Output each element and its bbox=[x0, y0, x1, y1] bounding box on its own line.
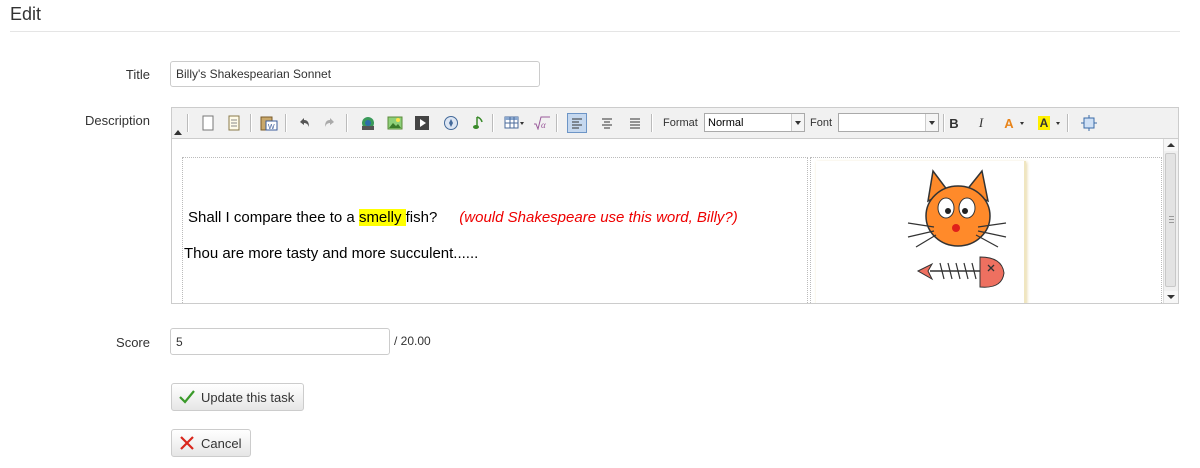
text-color-glyph: A bbox=[1004, 115, 1014, 131]
toolbar-separator bbox=[651, 114, 653, 132]
justify-icon[interactable] bbox=[625, 113, 645, 133]
table-cell[interactable] bbox=[182, 157, 808, 303]
background-color-icon[interactable]: A bbox=[1032, 113, 1062, 133]
format-select[interactable]: Normal bbox=[704, 113, 805, 132]
format-label: Format bbox=[663, 117, 698, 129]
toolbar-separator bbox=[1067, 114, 1069, 132]
toolbar-collapse-icon[interactable] bbox=[174, 130, 182, 135]
chevron-down-icon bbox=[925, 114, 938, 131]
format-select-value: Normal bbox=[708, 117, 744, 129]
bg-color-glyph: A bbox=[1037, 116, 1051, 130]
sonnet-line-2: Thou are more tasty and more succulent..… bbox=[184, 245, 479, 262]
insert-picture-icon[interactable] bbox=[385, 113, 405, 133]
line1-end: fish? bbox=[405, 209, 438, 226]
align-center-icon[interactable] bbox=[597, 113, 617, 133]
title-divider bbox=[10, 31, 1180, 32]
italic-icon[interactable]: I bbox=[971, 113, 991, 133]
text-color-icon[interactable]: A bbox=[998, 113, 1026, 133]
description-label: Description bbox=[84, 113, 150, 128]
insert-math-icon[interactable]: α bbox=[532, 113, 552, 133]
score-label: Score bbox=[116, 335, 150, 350]
toolbar-separator bbox=[492, 114, 494, 132]
insert-link-icon[interactable] bbox=[441, 113, 461, 133]
chevron-down-icon bbox=[1056, 122, 1060, 125]
redo-icon[interactable] bbox=[320, 113, 340, 133]
maximize-icon[interactable] bbox=[1079, 113, 1099, 133]
insert-audio-icon[interactable] bbox=[469, 113, 489, 133]
sonnet-line-1: Shall I compare thee to a smelly fish? (w… bbox=[188, 209, 738, 226]
insert-table-icon[interactable] bbox=[499, 113, 525, 133]
align-left-icon[interactable] bbox=[567, 113, 587, 133]
update-task-button[interactable]: Update this task bbox=[171, 383, 305, 411]
bold-icon[interactable]: B bbox=[944, 113, 964, 133]
toolbar-separator bbox=[187, 114, 189, 132]
cancel-button[interactable]: Cancel bbox=[171, 429, 252, 457]
page-title: Edit bbox=[10, 4, 42, 24]
scroll-down-icon[interactable] bbox=[1164, 291, 1178, 303]
undo-icon[interactable] bbox=[294, 113, 314, 133]
chevron-down-icon bbox=[520, 122, 524, 125]
title-label: Title bbox=[125, 67, 150, 82]
cat-and-fish-image[interactable] bbox=[816, 161, 1026, 303]
update-task-label: Update this task bbox=[201, 389, 295, 405]
editor-toolbar: W α Format Normal Font B I A A bbox=[172, 108, 1178, 139]
editor-scrollbar[interactable] bbox=[1163, 139, 1178, 303]
score-max: / 20.00 bbox=[394, 334, 431, 348]
toolbar-separator bbox=[250, 114, 252, 132]
scroll-up-icon[interactable] bbox=[1164, 139, 1178, 151]
toolbar-separator bbox=[556, 114, 558, 132]
svg-text:W: W bbox=[268, 124, 275, 131]
editor-content[interactable]: Shall I compare thee to a smelly fish? (w… bbox=[172, 139, 1164, 303]
highlighted-word: smelly bbox=[358, 209, 406, 226]
insert-media-icon[interactable] bbox=[412, 113, 432, 133]
preview-icon[interactable] bbox=[224, 113, 244, 133]
chevron-down-icon bbox=[1020, 122, 1024, 125]
title-input[interactable] bbox=[170, 61, 540, 87]
line1-text: Shall I compare thee to a bbox=[188, 209, 359, 226]
toolbar-separator bbox=[285, 114, 287, 132]
svg-text:α: α bbox=[541, 120, 546, 130]
insert-image-icon[interactable] bbox=[358, 113, 378, 133]
new-page-icon[interactable] bbox=[198, 113, 218, 133]
teacher-comment: (would Shakespeare use this word, Billy?… bbox=[459, 209, 738, 226]
close-icon bbox=[180, 436, 194, 450]
rich-text-editor: W α Format Normal Font B I A A Shall I c… bbox=[171, 107, 1179, 304]
checkmark-icon bbox=[179, 390, 195, 404]
font-select[interactable] bbox=[838, 113, 939, 132]
scrollbar-thumb[interactable] bbox=[1165, 153, 1176, 287]
score-input[interactable] bbox=[170, 328, 390, 355]
toolbar-separator bbox=[346, 114, 348, 132]
chevron-down-icon bbox=[791, 114, 804, 131]
cancel-label: Cancel bbox=[201, 435, 242, 451]
paste-from-word-icon[interactable]: W bbox=[259, 113, 279, 133]
font-label: Font bbox=[810, 117, 833, 129]
